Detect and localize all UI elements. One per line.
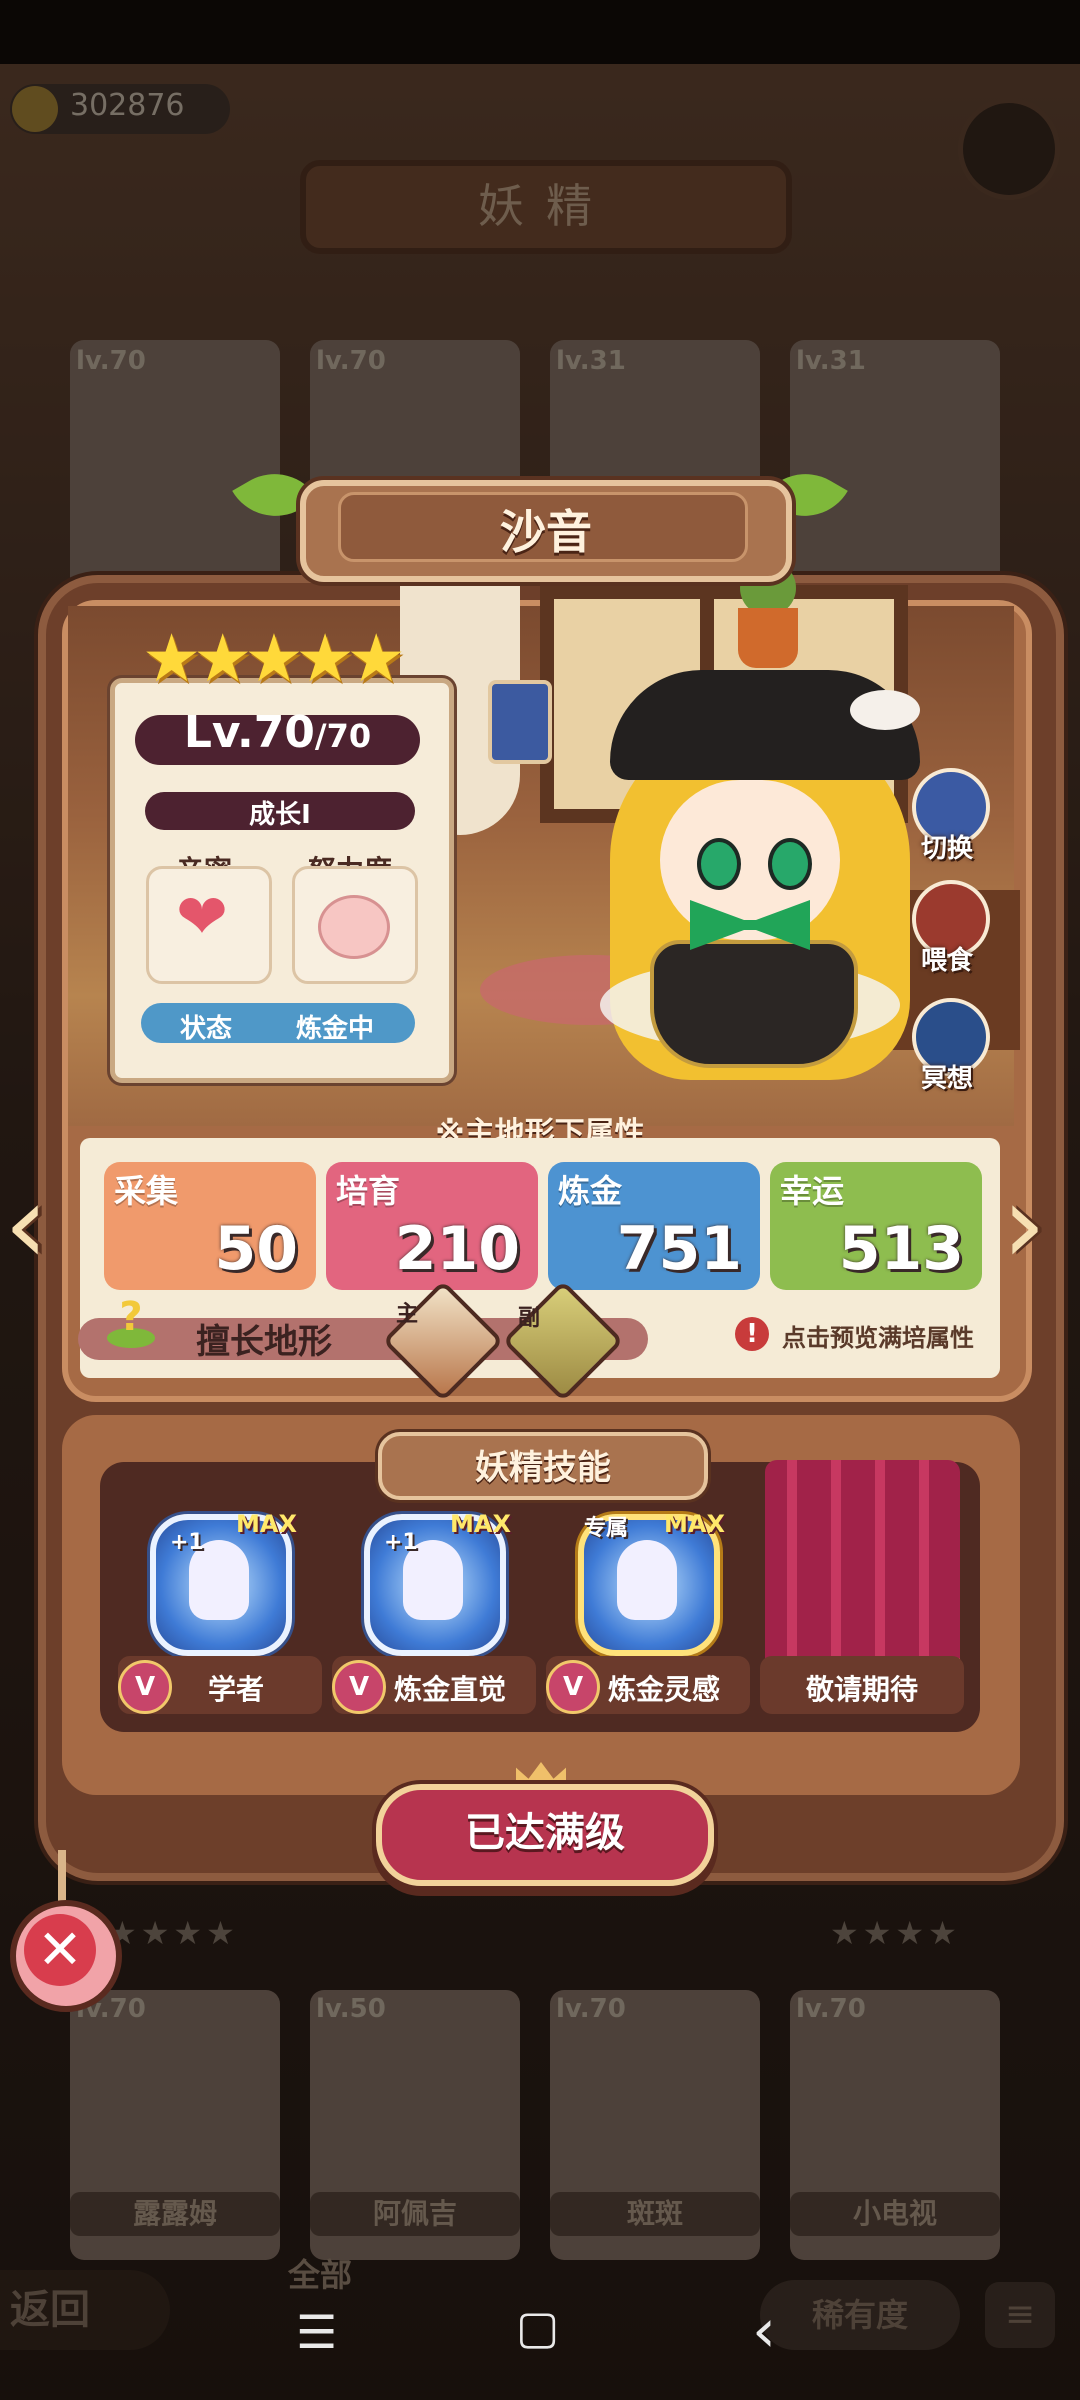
status-label: 状态: [180, 1014, 233, 1044]
v-badge-icon: V: [332, 1660, 386, 1714]
sub-terrain-tag: 副: [518, 1306, 541, 1331]
skill-title: 妖精技能: [475, 1448, 611, 1488]
max-tag: MAX: [664, 1510, 725, 1538]
locked-skill-curtain: [765, 1460, 960, 1670]
character-dress: [650, 940, 858, 1068]
feed-label[interactable]: 喂食: [897, 940, 997, 977]
stat-name: 幸运: [780, 1172, 845, 1210]
close-icon[interactable]: ✕: [24, 1914, 96, 1986]
stat-value: 751: [616, 1214, 742, 1284]
heart-icon: ❤: [176, 880, 228, 953]
next-fairy-arrow-icon[interactable]: ›: [1002, 1160, 1046, 1288]
exclusive-tag: 专属: [584, 1516, 629, 1541]
meditate-label[interactable]: 冥想: [897, 1058, 997, 1095]
home-icon[interactable]: ▢: [516, 2300, 559, 2354]
level-value: Lv.70: [183, 707, 315, 758]
menu-icon[interactable]: ☰: [296, 2305, 337, 2359]
hat-feather: [850, 690, 920, 730]
stat-name: 培育: [336, 1172, 401, 1210]
back-arrow-icon[interactable]: ‹: [752, 2296, 776, 2366]
stat-value: 513: [838, 1214, 964, 1284]
flower-pot: [738, 608, 798, 668]
rope-decor: [58, 1850, 66, 1902]
max-tag: MAX: [236, 1510, 297, 1538]
switch-label[interactable]: 切换: [897, 828, 997, 865]
effort-face-icon: [318, 895, 390, 959]
v-badge-icon: V: [118, 1660, 172, 1714]
plus-tag: +1: [384, 1530, 418, 1555]
skill-name: 炼金灵感: [608, 1673, 721, 1706]
question-sprout-icon[interactable]: ?: [102, 1292, 160, 1352]
max-tag: MAX: [450, 1510, 511, 1538]
level-text: Lv.70/70: [135, 707, 420, 758]
svg-text:?: ?: [119, 1294, 142, 1340]
stat-value: 50: [214, 1214, 299, 1284]
character-face: [660, 780, 840, 940]
rarity-stars: ★★★★★: [142, 620, 406, 697]
skill-name: 学者: [208, 1673, 265, 1706]
character-eye: [697, 838, 741, 890]
character-eye: [768, 838, 812, 890]
stat-name: 采集: [114, 1172, 179, 1210]
growth-label: 成长I: [249, 800, 311, 830]
fairy-card-icon[interactable]: [488, 680, 552, 764]
status-value: 炼金中: [296, 1014, 375, 1044]
specialty-label: 擅长地形: [196, 1322, 332, 1362]
main-terrain-tag: 主: [396, 1302, 419, 1327]
v-badge-icon: V: [546, 1660, 600, 1714]
preview-full-stats-link[interactable]: 点击预览满培属性: [782, 1318, 974, 1353]
shell-icon: [617, 1540, 677, 1620]
plus-tag: +1: [170, 1530, 204, 1555]
max-level-label[interactable]: 已达满级: [376, 1800, 714, 1858]
skill-name: 炼金直觉: [394, 1673, 507, 1706]
previous-fairy-arrow-icon[interactable]: ‹: [4, 1160, 48, 1288]
stat-name: 炼金: [558, 1172, 623, 1210]
level-max: /70: [314, 717, 372, 755]
coming-soon-label: 敬请期待: [806, 1673, 919, 1706]
exclamation-icon[interactable]: !: [735, 1317, 769, 1351]
fairy-name: 沙音: [500, 505, 592, 559]
stat-value: 210: [394, 1214, 520, 1284]
